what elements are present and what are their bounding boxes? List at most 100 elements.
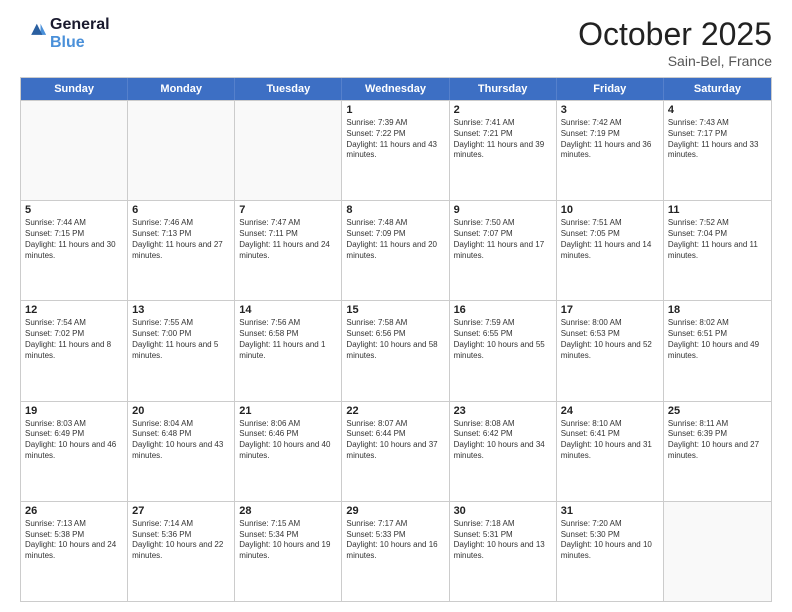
day-number: 23	[454, 405, 552, 417]
cell-text: Sunrise: 7:51 AM Sunset: 7:05 PM Dayligh…	[561, 218, 659, 261]
day-number: 21	[239, 405, 337, 417]
month-title: October 2025	[578, 16, 772, 53]
cell-text: Sunrise: 8:07 AM Sunset: 6:44 PM Dayligh…	[346, 419, 444, 462]
day-number: 27	[132, 505, 230, 517]
cell-text: Sunrise: 7:46 AM Sunset: 7:13 PM Dayligh…	[132, 218, 230, 261]
calendar-cell: 23 Sunrise: 8:08 AM Sunset: 6:42 PM Dayli…	[450, 402, 557, 501]
logo-icon	[20, 20, 48, 48]
cell-text: Sunrise: 8:06 AM Sunset: 6:46 PM Dayligh…	[239, 419, 337, 462]
calendar-body: 1Sunrise: 7:39 AM Sunset: 7:22 PM Daylig…	[21, 100, 771, 601]
calendar-cell: 1Sunrise: 7:39 AM Sunset: 7:22 PM Daylig…	[342, 101, 449, 200]
calendar-row: 5 Sunrise: 7:44 AM Sunset: 7:15 PM Daylig…	[21, 200, 771, 300]
weekday-header: Tuesday	[235, 78, 342, 100]
weekday-header: Thursday	[450, 78, 557, 100]
calendar-cell: 10 Sunrise: 7:51 AM Sunset: 7:05 PM Dayli…	[557, 201, 664, 300]
calendar-row: 19 Sunrise: 8:03 AM Sunset: 6:49 PM Dayli…	[21, 401, 771, 501]
header: General Blue October 2025 Sain-Bel, Fran…	[20, 16, 772, 69]
cell-text: Sunrise: 7:52 AM Sunset: 7:04 PM Dayligh…	[668, 218, 767, 261]
cell-text: Sunrise: 8:11 AM Sunset: 6:39 PM Dayligh…	[668, 419, 767, 462]
day-number: 24	[561, 405, 659, 417]
cell-text: Sunrise: 7:50 AM Sunset: 7:07 PM Dayligh…	[454, 218, 552, 261]
cell-text: Sunrise: 7:56 AM Sunset: 6:58 PM Dayligh…	[239, 318, 337, 361]
cell-text: Sunrise: 7:59 AM Sunset: 6:55 PM Dayligh…	[454, 318, 552, 361]
day-number: 30	[454, 505, 552, 517]
weekday-header: Monday	[128, 78, 235, 100]
calendar-cell: 3 Sunrise: 7:42 AM Sunset: 7:19 PM Daylig…	[557, 101, 664, 200]
cell-text: Sunrise: 7:44 AM Sunset: 7:15 PM Dayligh…	[25, 218, 123, 261]
calendar-cell: 9 Sunrise: 7:50 AM Sunset: 7:07 PM Daylig…	[450, 201, 557, 300]
weekday-header: Friday	[557, 78, 664, 100]
calendar-cell: 4Sunrise: 7:43 AM Sunset: 7:17 PM Daylig…	[664, 101, 771, 200]
day-number: 15	[346, 304, 444, 316]
calendar-cell: 13Sunrise: 7:55 AM Sunset: 7:00 PM Dayli…	[128, 301, 235, 400]
calendar-cell: 6 Sunrise: 7:46 AM Sunset: 7:13 PM Daylig…	[128, 201, 235, 300]
calendar-cell: 8Sunrise: 7:48 AM Sunset: 7:09 PM Daylig…	[342, 201, 449, 300]
day-number: 25	[668, 405, 767, 417]
cell-text: Sunrise: 8:10 AM Sunset: 6:41 PM Dayligh…	[561, 419, 659, 462]
calendar-cell	[128, 101, 235, 200]
day-number: 6	[132, 204, 230, 216]
cell-text: Sunrise: 7:58 AM Sunset: 6:56 PM Dayligh…	[346, 318, 444, 361]
calendar-cell: 16 Sunrise: 7:59 AM Sunset: 6:55 PM Dayli…	[450, 301, 557, 400]
day-number: 18	[668, 304, 767, 316]
calendar-header: SundayMondayTuesdayWednesdayThursdayFrid…	[21, 78, 771, 100]
cell-text: Sunrise: 7:42 AM Sunset: 7:19 PM Dayligh…	[561, 118, 659, 161]
day-number: 10	[561, 204, 659, 216]
cell-text: Sunrise: 7:54 AM Sunset: 7:02 PM Dayligh…	[25, 318, 123, 361]
calendar-cell	[235, 101, 342, 200]
day-number: 22	[346, 405, 444, 417]
cell-text: Sunrise: 8:04 AM Sunset: 6:48 PM Dayligh…	[132, 419, 230, 462]
calendar-row: 12 Sunrise: 7:54 AM Sunset: 7:02 PM Dayli…	[21, 300, 771, 400]
weekday-header: Wednesday	[342, 78, 449, 100]
calendar-cell: 21 Sunrise: 8:06 AM Sunset: 6:46 PM Dayli…	[235, 402, 342, 501]
calendar-cell: 26 Sunrise: 7:13 AM Sunset: 5:38 PM Dayli…	[21, 502, 128, 601]
location-subtitle: Sain-Bel, France	[578, 53, 772, 69]
cell-text: Sunrise: 7:13 AM Sunset: 5:38 PM Dayligh…	[25, 519, 123, 562]
day-number: 2	[454, 104, 552, 116]
day-number: 11	[668, 204, 767, 216]
weekday-header: Saturday	[664, 78, 771, 100]
calendar-row: 1Sunrise: 7:39 AM Sunset: 7:22 PM Daylig…	[21, 100, 771, 200]
day-number: 8	[346, 204, 444, 216]
day-number: 3	[561, 104, 659, 116]
calendar-cell: 30 Sunrise: 7:18 AM Sunset: 5:31 PM Dayli…	[450, 502, 557, 601]
cell-text: Sunrise: 8:00 AM Sunset: 6:53 PM Dayligh…	[561, 318, 659, 361]
day-number: 19	[25, 405, 123, 417]
calendar-cell: 14 Sunrise: 7:56 AM Sunset: 6:58 PM Dayli…	[235, 301, 342, 400]
day-number: 26	[25, 505, 123, 517]
calendar-cell: 19 Sunrise: 8:03 AM Sunset: 6:49 PM Dayli…	[21, 402, 128, 501]
calendar-cell: 31Sunrise: 7:20 AM Sunset: 5:30 PM Dayli…	[557, 502, 664, 601]
logo: General Blue	[20, 16, 110, 51]
cell-text: Sunrise: 7:17 AM Sunset: 5:33 PM Dayligh…	[346, 519, 444, 562]
day-number: 14	[239, 304, 337, 316]
day-number: 20	[132, 405, 230, 417]
calendar-cell: 2Sunrise: 7:41 AM Sunset: 7:21 PM Daylig…	[450, 101, 557, 200]
calendar-cell	[664, 502, 771, 601]
calendar-cell: 12 Sunrise: 7:54 AM Sunset: 7:02 PM Dayli…	[21, 301, 128, 400]
calendar-cell: 29 Sunrise: 7:17 AM Sunset: 5:33 PM Dayli…	[342, 502, 449, 601]
calendar-cell: 20 Sunrise: 8:04 AM Sunset: 6:48 PM Dayli…	[128, 402, 235, 501]
cell-text: Sunrise: 7:39 AM Sunset: 7:22 PM Dayligh…	[346, 118, 444, 161]
calendar-cell: 22 Sunrise: 8:07 AM Sunset: 6:44 PM Dayli…	[342, 402, 449, 501]
day-number: 16	[454, 304, 552, 316]
day-number: 5	[25, 204, 123, 216]
cell-text: Sunrise: 7:14 AM Sunset: 5:36 PM Dayligh…	[132, 519, 230, 562]
calendar-cell: 5 Sunrise: 7:44 AM Sunset: 7:15 PM Daylig…	[21, 201, 128, 300]
cell-text: Sunrise: 7:55 AM Sunset: 7:00 PM Dayligh…	[132, 318, 230, 361]
day-number: 12	[25, 304, 123, 316]
cell-text: Sunrise: 8:03 AM Sunset: 6:49 PM Dayligh…	[25, 419, 123, 462]
calendar-cell	[21, 101, 128, 200]
calendar-cell: 17Sunrise: 8:00 AM Sunset: 6:53 PM Dayli…	[557, 301, 664, 400]
day-number: 4	[668, 104, 767, 116]
day-number: 9	[454, 204, 552, 216]
cell-text: Sunrise: 7:18 AM Sunset: 5:31 PM Dayligh…	[454, 519, 552, 562]
page: General Blue October 2025 Sain-Bel, Fran…	[0, 0, 792, 612]
calendar-cell: 28Sunrise: 7:15 AM Sunset: 5:34 PM Dayli…	[235, 502, 342, 601]
day-number: 31	[561, 505, 659, 517]
cell-text: Sunrise: 8:08 AM Sunset: 6:42 PM Dayligh…	[454, 419, 552, 462]
day-number: 7	[239, 204, 337, 216]
calendar-cell: 24 Sunrise: 8:10 AM Sunset: 6:41 PM Dayli…	[557, 402, 664, 501]
calendar-cell: 25 Sunrise: 8:11 AM Sunset: 6:39 PM Dayli…	[664, 402, 771, 501]
calendar-cell: 18Sunrise: 8:02 AM Sunset: 6:51 PM Dayli…	[664, 301, 771, 400]
day-number: 29	[346, 505, 444, 517]
